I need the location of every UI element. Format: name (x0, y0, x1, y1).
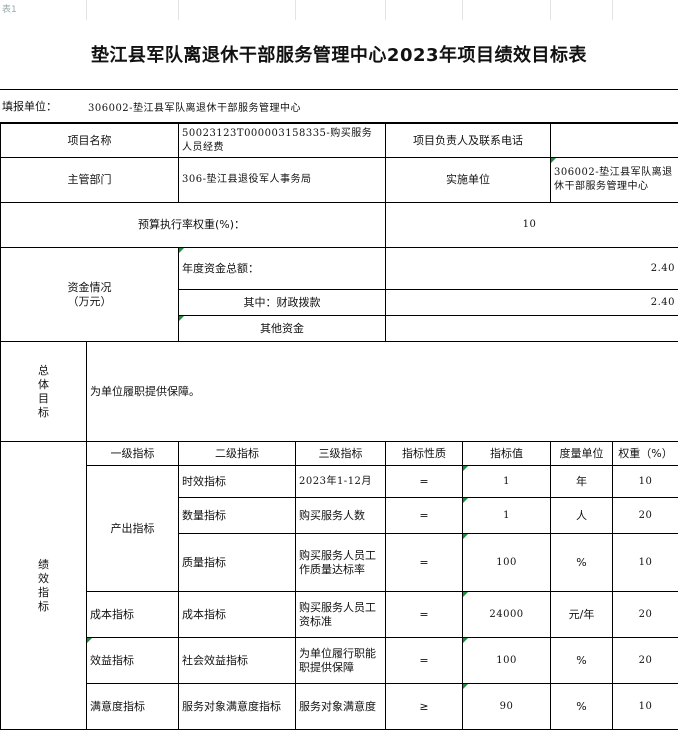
project-name-row: 项目名称 50023123T000003158335-购买服务人员经费 项目负责… (0, 123, 678, 158)
value-cell[interactable]: 90 (462, 683, 552, 730)
performance-indicators-label: 绩 效 指 标 (0, 441, 87, 730)
sheet-tab-label[interactable]: 表1 (2, 2, 17, 15)
header-level1: 一级指标 (86, 441, 179, 466)
overall-goal-label: 总 体 目 标 (0, 341, 87, 442)
gridline (462, 0, 463, 20)
level2-cell[interactable]: 数量指标 (178, 497, 296, 534)
fund-total-label: 年度资金总额： (177, 247, 387, 290)
level3-cell[interactable]: 购买服务人数 (294, 497, 387, 534)
budget-weight-label: 预算执行率权重(%)： (0, 202, 387, 248)
overall-goal-row: 总 体 目 标 为单位履职提供保障。 (0, 341, 678, 442)
level3-cell[interactable]: 购买服务人员工资标准 (294, 591, 387, 638)
unit-cell[interactable]: 元/年 (550, 591, 614, 638)
indicator-header-row: 绩 效 指 标 一级指标 二级指标 三级指标 指标性质 指标值 度量单位 权重（… (0, 441, 678, 730)
unit-cell[interactable]: 年 (550, 465, 614, 498)
fill-unit-row: 填报单位： 306002-垫江县军队离退休干部服务管理中心 (0, 89, 678, 123)
level2-cell[interactable]: 服务对象满意度指标 (178, 683, 296, 730)
level3-cell[interactable]: 服务对象满意度 (294, 683, 387, 730)
value-cell[interactable]: 24000 (462, 591, 552, 638)
unit-cell[interactable]: % (550, 533, 614, 592)
fill-unit-label: 填报单位： (2, 100, 57, 113)
level1-cell[interactable]: 效益指标 (86, 637, 179, 684)
header-nature: 指标性质 (385, 441, 464, 466)
nature-cell[interactable]: ≥ (385, 683, 464, 730)
unit-cell[interactable]: % (550, 683, 614, 730)
budget-weight-row: 预算执行率权重(%)： 10 (0, 202, 678, 248)
level2-cell[interactable]: 时效指标 (178, 465, 296, 498)
weight-cell[interactable]: 10 (612, 683, 678, 730)
fund-fiscal-value[interactable]: 2.40 (385, 289, 678, 316)
nature-cell[interactable]: = (385, 465, 464, 498)
fund-fiscal-label: 其中：财政拨款 (177, 289, 387, 316)
fund-total-value[interactable]: 2.40 (385, 247, 678, 290)
level1-cell[interactable]: 满意度指标 (86, 683, 179, 730)
header-weight: 权重（%） (612, 441, 678, 466)
dept-value[interactable]: 306-垫江县退役军人事务局 (177, 157, 387, 203)
output-indicator-group: 产出指标 (86, 465, 179, 592)
level2-cell[interactable]: 质量指标 (178, 533, 296, 592)
gridline (612, 0, 613, 20)
header-value: 指标值 (462, 441, 552, 466)
dept-label: 主管部门 (0, 157, 179, 203)
weight-cell[interactable]: 10 (612, 533, 678, 592)
impl-value[interactable]: 306002-垫江县军队离退休干部服务管理中心 (550, 157, 678, 203)
nature-cell[interactable]: = (385, 533, 464, 592)
table-row: 产出指标 时效指标 2023年1-12月 = 1 年 10 (1, 465, 678, 592)
value-cell[interactable]: 1 (462, 497, 552, 534)
gridline (86, 0, 87, 20)
fund-total-row: 资金情况 （万元） 年度资金总额： 2.40 (0, 247, 678, 342)
level3-cell[interactable]: 购买服务人员工作质量达标率 (294, 533, 387, 592)
impl-label: 实施单位 (385, 157, 552, 203)
value-cell[interactable]: 100 (462, 533, 552, 592)
weight-cell[interactable]: 20 (612, 497, 678, 534)
fund-label: 资金情况 （万元） (0, 247, 179, 342)
weight-cell[interactable]: 10 (612, 465, 678, 498)
header-unit: 度量单位 (550, 441, 614, 466)
weight-cell[interactable]: 20 (612, 637, 678, 684)
project-name-value[interactable]: 50023123T000003158335-购买服务人员经费 (177, 123, 387, 158)
header-level2: 二级指标 (178, 441, 296, 466)
nature-cell[interactable]: = (385, 591, 464, 638)
level2-cell[interactable]: 社会效益指标 (178, 637, 296, 684)
value-cell[interactable]: 1 (462, 465, 552, 498)
project-name-label: 项目名称 (0, 123, 179, 158)
fill-unit-value[interactable]: 306002-垫江县军队离退休干部服务管理中心 (88, 99, 301, 114)
gridline (550, 0, 551, 20)
fund-other-label: 其他资金 (177, 315, 387, 342)
weight-cell[interactable]: 20 (612, 591, 678, 638)
value-cell[interactable]: 100 (462, 637, 552, 684)
level3-cell[interactable]: 为单位履行职能职提供保障 (294, 637, 387, 684)
performance-table: 项目名称 50023123T000003158335-购买服务人员经费 项目负责… (0, 123, 678, 730)
nature-cell[interactable]: = (385, 637, 464, 684)
department-row: 主管部门 306-垫江县退役军人事务局 实施单位 306002-垫江县军队离退休… (0, 157, 678, 203)
nature-cell[interactable]: = (385, 497, 464, 534)
gridline (178, 0, 179, 20)
level2-cell[interactable]: 成本指标 (178, 591, 296, 638)
project-leader-label: 项目负责人及联系电话 (385, 123, 552, 158)
level3-cell[interactable]: 2023年1-12月 (294, 465, 387, 498)
unit-cell[interactable]: % (550, 637, 614, 684)
header-level3: 三级指标 (294, 441, 387, 466)
fund-other-value[interactable] (385, 315, 678, 342)
table-row: 满意度指标 服务对象满意度指标 服务对象满意度 ≥ 90 % 10 (1, 683, 678, 730)
sheet-top-strip: 表1 (0, 0, 678, 20)
gridline (295, 0, 296, 20)
level1-cell[interactable]: 成本指标 (86, 591, 179, 638)
overall-goal-text[interactable]: 为单位履职提供保障。 (85, 341, 678, 442)
table-row: 成本指标 成本指标 购买服务人员工资标准 = 24000 元/年 20 (1, 591, 678, 638)
document-title: 垫江县军队离退休干部服务管理中心2023年项目绩效目标表 (90, 45, 588, 66)
table-row: 效益指标 社会效益指标 为单位履行职能职提供保障 = 100 % 20 (1, 637, 678, 684)
unit-cell[interactable]: 人 (550, 497, 614, 534)
budget-weight-value[interactable]: 10 (385, 202, 678, 248)
gridline (385, 0, 386, 20)
project-leader-value[interactable] (550, 123, 678, 158)
